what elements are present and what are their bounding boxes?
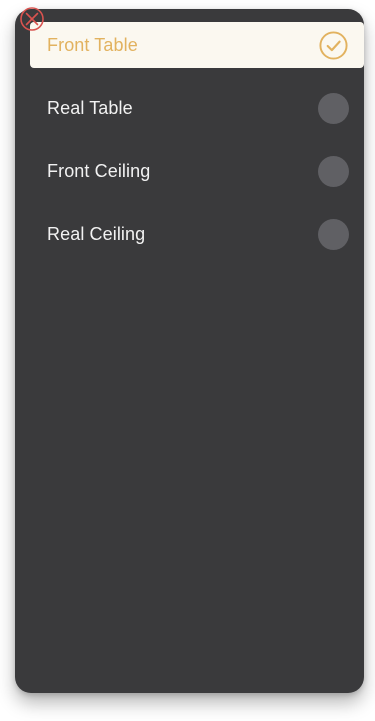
- option-real-ceiling[interactable]: Real Ceiling: [30, 211, 364, 257]
- screen: Front Table Real Table Front Ceiling Rea…: [0, 0, 375, 721]
- option-label: Real Table: [47, 97, 133, 118]
- option-label: Real Ceiling: [47, 223, 146, 244]
- option-front-table[interactable]: Front Table: [30, 22, 364, 68]
- option-label: Front Table: [47, 34, 138, 55]
- option-front-ceiling[interactable]: Front Ceiling: [30, 148, 364, 194]
- option-real-table[interactable]: Real Table: [30, 85, 364, 131]
- check-circle-icon: [319, 30, 348, 60]
- option-label: Front Ceiling: [47, 160, 151, 181]
- radio-unselected-icon: [318, 155, 349, 187]
- radio-unselected-icon: [318, 218, 349, 250]
- radio-unselected-icon: [318, 92, 349, 124]
- close-icon: [20, 7, 44, 31]
- projection-mode-panel: Front Table Real Table Front Ceiling Rea…: [15, 9, 364, 693]
- close-button[interactable]: [14, 7, 50, 43]
